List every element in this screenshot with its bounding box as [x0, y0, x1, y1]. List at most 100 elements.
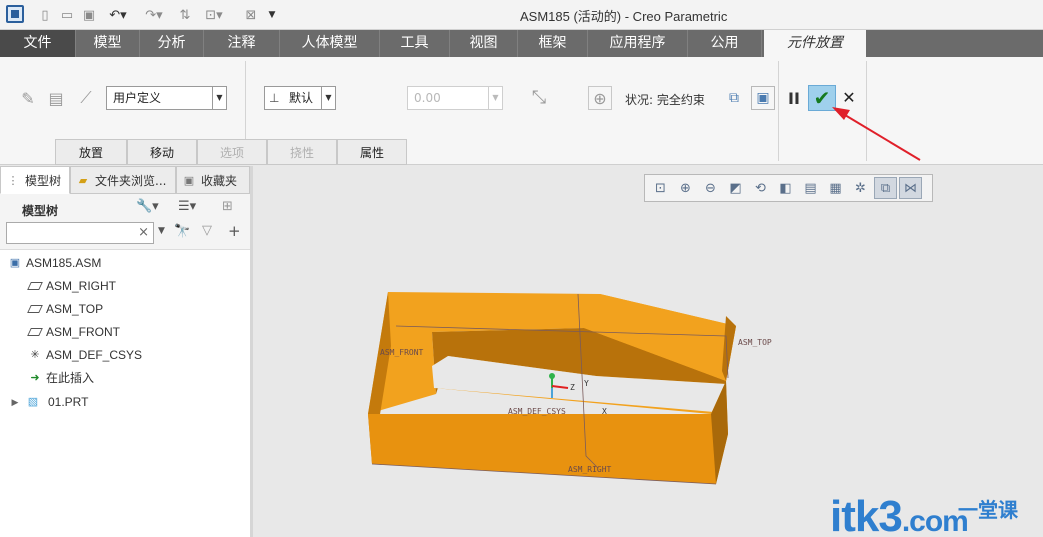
tree-item-label: ASM_TOP	[46, 302, 104, 316]
tree-item-asm-def-csys[interactable]: ✳ ASM_DEF_CSYS	[26, 344, 226, 366]
edit-constraint-icon[interactable]: ✎	[16, 86, 40, 110]
datum-plane-icon	[27, 302, 43, 316]
chevron-down-icon: ▼	[488, 87, 502, 109]
offset-input[interactable]: 0.00 ▼	[407, 86, 503, 110]
favorites-icon: ▣	[183, 174, 195, 187]
placement-status: 状况: 完全约束	[625, 93, 705, 107]
ribbon-tab-bar: 文件 模型 分析 注释 人体模型 工具 视图 框架 应用程序 公用 元件放置	[0, 30, 1043, 57]
creo-app-icon[interactable]	[6, 5, 24, 23]
annotation-arrow	[832, 107, 921, 161]
navigator-panel: ⋮ 模型树 ▰ 文件夹浏览... ▣ 收藏夹 模型树 🔧▾ ☰▾ ⊞ × ▼ 🔭…	[0, 166, 253, 537]
model-tree-icon: ⋮	[7, 174, 19, 187]
tab-applications[interactable]: 应用程序	[588, 30, 688, 57]
tab-manikin[interactable]: 人体模型	[280, 30, 380, 57]
tree-item-asm-right[interactable]: ASM_RIGHT	[26, 275, 226, 297]
tree-item-label: 在此插入	[46, 371, 95, 385]
tab-file[interactable]: 文件	[0, 30, 76, 57]
subtab-properties[interactable]: 属性	[337, 139, 407, 165]
tree-item-asm-top[interactable]: ASM_TOP	[26, 298, 226, 320]
search-dropdown-icon[interactable]: ▼	[158, 226, 165, 236]
part-icon: ▧	[27, 396, 39, 408]
tree-item-insert-here[interactable]: ➜ 在此插入	[26, 367, 226, 389]
subtab-options[interactable]: 选项	[197, 139, 267, 165]
windows-icon[interactable]: ⊡▾	[200, 5, 228, 25]
tree-item-part[interactable]: ▶ ▧ 01.PRT	[8, 391, 208, 413]
tree-item-label: ASM_FRONT	[46, 325, 121, 339]
separate-window-icon[interactable]: ▤	[44, 86, 68, 110]
title-bar: ▯ ▭ ▣ ↶▾ ↷▾ ⇅ ⊡▾ ⊠ ▼ ASM185 (活动的) - Creo…	[0, 0, 1043, 30]
label-asm-top: ASM_TOP	[738, 338, 772, 347]
undo-icon[interactable]: ↶▾	[104, 5, 132, 25]
constraint-type-value: 用户定义	[113, 91, 162, 105]
subtab-placement[interactable]: 放置	[55, 139, 127, 165]
add-icon[interactable]: +	[228, 222, 241, 240]
tab-model[interactable]: 模型	[76, 30, 140, 57]
offset-value: 0.00	[414, 91, 441, 105]
save-icon[interactable]: ▣	[80, 5, 98, 25]
tab-analysis[interactable]: 分析	[140, 30, 204, 57]
tree-item-label: ASM_DEF_CSYS	[46, 348, 143, 362]
expand-arrow-icon[interactable]: ▶	[8, 395, 22, 409]
model-tree-search-input[interactable]: ×	[6, 222, 154, 244]
subtab-flexibility[interactable]: 挠性	[267, 139, 337, 165]
tab-folder-browser[interactable]: ▰ 文件夹浏览...	[70, 166, 176, 194]
label-asm-def-csys: ASM_DEF_CSYS	[508, 407, 566, 416]
pause-button[interactable]: II	[786, 90, 802, 108]
tab-common[interactable]: 公用	[688, 30, 762, 57]
csys-y-label: Y	[584, 379, 589, 388]
tree-item-assembly[interactable]: ▣ ASM185.ASM	[6, 252, 206, 274]
filter-icon[interactable]: ▽	[202, 223, 212, 238]
part-model-view[interactable]: Z Y X ASM_FRONT ASM_TOP ASM_DEF_CSYS ASM…	[256, 166, 1043, 537]
csys-z-label: Z	[570, 383, 575, 392]
watermark-text: itk3	[830, 492, 903, 537]
flip-constraint-icon[interactable]: ⤡	[527, 85, 551, 109]
tab-folder-browser-label: 文件夹浏览...	[95, 174, 167, 188]
tab-favorites-label: 收藏夹	[201, 174, 238, 188]
close-window-icon[interactable]: ⊠	[242, 5, 260, 25]
mechanism-connection-icon[interactable]: ⟋	[74, 86, 98, 110]
watermark-cn: 一堂课	[958, 498, 1018, 522]
tab-tools[interactable]: 工具	[380, 30, 450, 57]
find-icon[interactable]: 🔭	[174, 224, 190, 239]
tab-annotate[interactable]: 注释	[204, 30, 280, 57]
settings-tools-icon[interactable]: 🔧▾	[136, 199, 159, 214]
tab-favorites[interactable]: ▣ 收藏夹	[176, 166, 250, 194]
csys-icon: ✳	[30, 349, 40, 361]
tab-model-tree[interactable]: ⋮ 模型树	[0, 166, 70, 194]
tree-item-asm-front[interactable]: ASM_FRONT	[26, 321, 226, 343]
tree-filter-icon[interactable]: ⊞	[222, 199, 233, 214]
folder-browser-icon: ▰	[78, 174, 88, 187]
show-options-icon[interactable]: ☰▾	[178, 199, 196, 214]
tree-item-label: 01.PRT	[48, 395, 89, 409]
model-tree-title: 模型树	[22, 204, 59, 218]
constraint-type-dropdown[interactable]: 用户定义 ▼	[106, 86, 227, 110]
default-constraint-icon: ⊥	[269, 91, 280, 105]
tree-item-label: ASM185.ASM	[26, 256, 102, 270]
constraint-dropdown[interactable]: ⊥ 默认 ▼	[264, 86, 336, 110]
constraint-value: 默认	[289, 91, 314, 105]
open-icon[interactable]: ▭	[58, 5, 76, 25]
tab-framework[interactable]: 框架	[518, 30, 588, 57]
csys-x-label: X	[602, 407, 607, 416]
chevron-down-icon: ▼	[321, 87, 335, 109]
chevron-down-icon: ▼	[212, 87, 226, 109]
tab-view[interactable]: 视图	[450, 30, 518, 57]
redo-icon[interactable]: ↷▾	[140, 5, 168, 25]
assembly-window-toggle-icon[interactable]: ▣	[751, 86, 775, 110]
tree-item-label: ASM_RIGHT	[46, 279, 117, 293]
customize-icon[interactable]: ▼	[264, 5, 280, 25]
regenerate-icon[interactable]: ⇅	[176, 5, 194, 25]
separate-window-toggle-icon[interactable]: ⧉	[722, 86, 746, 110]
window-title: ASM185 (活动的) - Creo Parametric	[520, 9, 728, 24]
tab-component-placement[interactable]: 元件放置	[764, 30, 866, 57]
placement-status-icon: ⊕	[588, 86, 612, 110]
tab-model-tree-label: 模型树	[25, 174, 62, 188]
label-asm-front: ASM_FRONT	[380, 348, 424, 357]
subtab-move[interactable]: 移动	[127, 139, 197, 165]
label-asm-right: ASM_RIGHT	[568, 465, 612, 474]
csys-y-axis-tip	[549, 373, 555, 379]
new-icon[interactable]: ▯	[36, 5, 54, 25]
clear-icon[interactable]: ×	[138, 225, 149, 240]
datum-plane-icon	[27, 279, 43, 293]
insert-here-icon: ➜	[30, 372, 40, 384]
